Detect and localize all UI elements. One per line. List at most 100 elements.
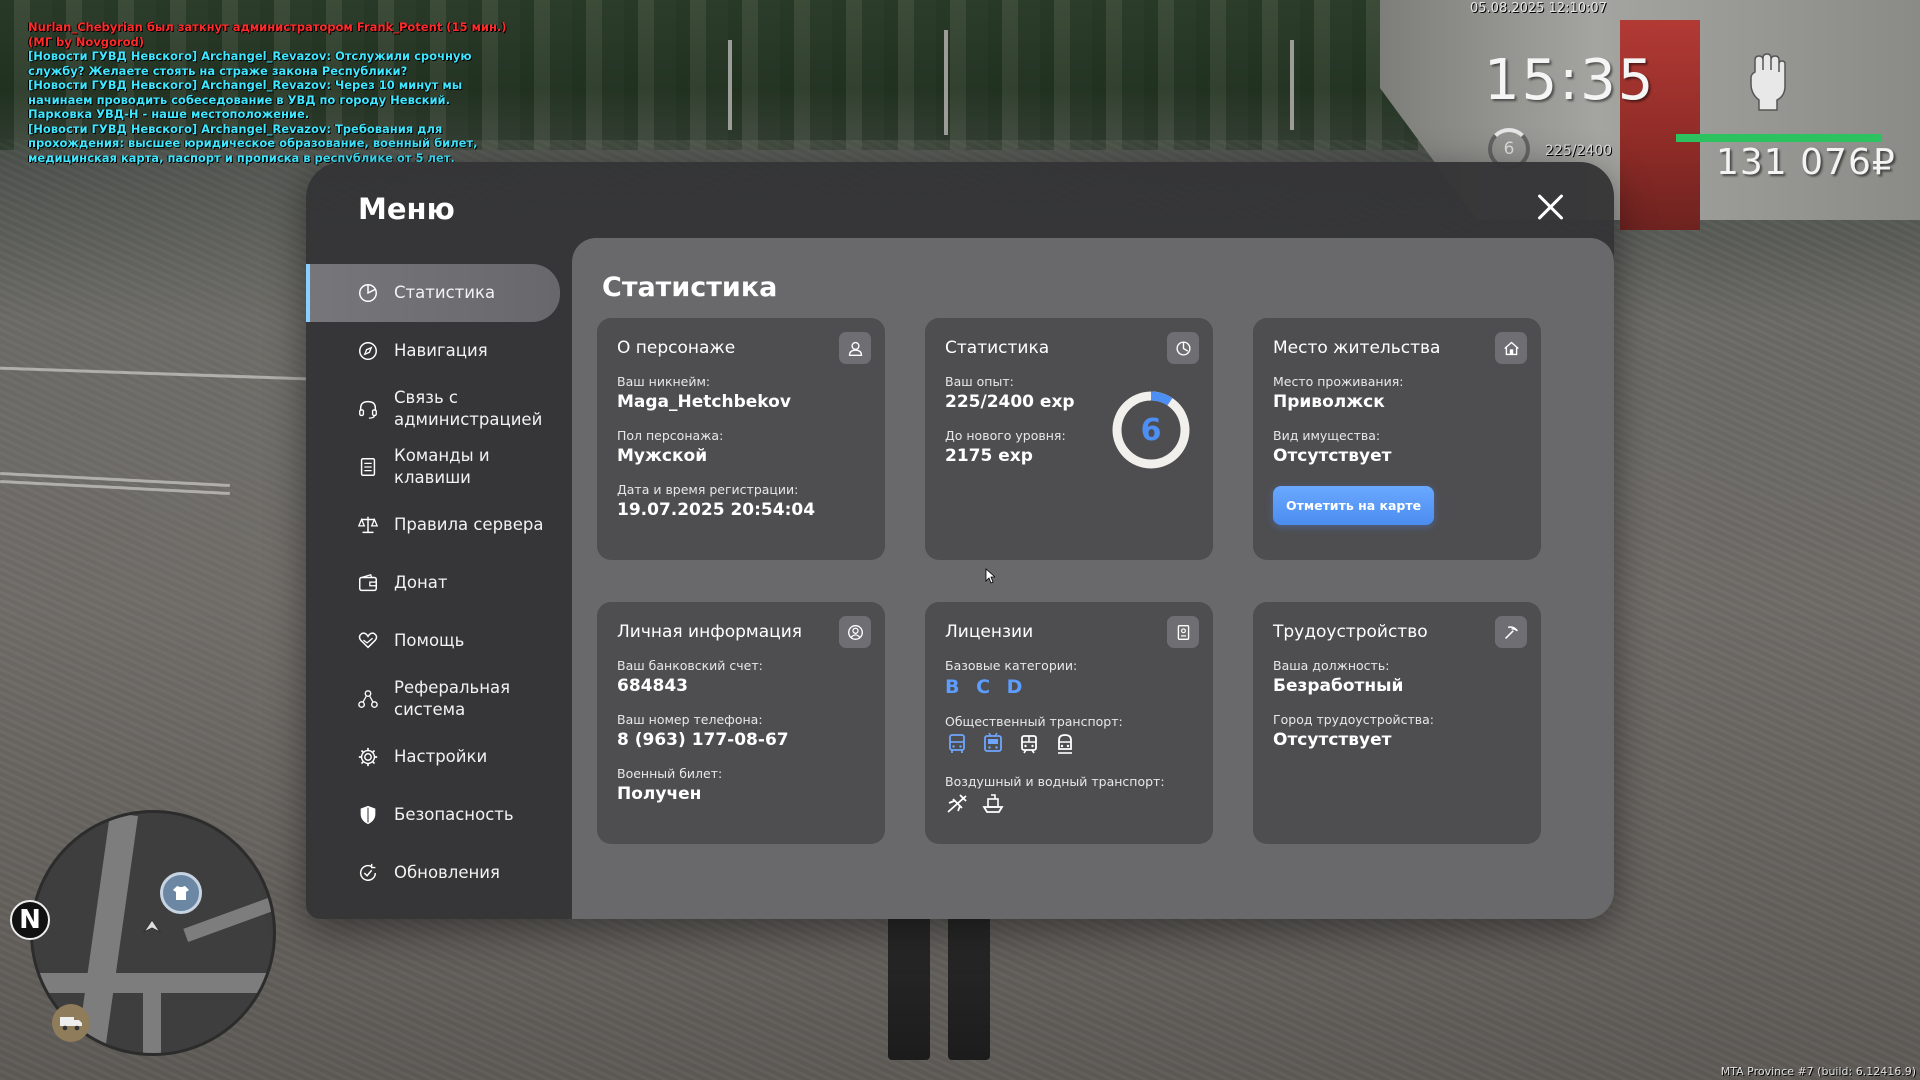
street-pole <box>944 30 948 135</box>
hud-money: 131 076₽ <box>1716 142 1896 183</box>
sidebar-item-help[interactable]: Помощь <box>306 612 562 670</box>
sidebar-item-statistics[interactable]: Статистика <box>306 264 560 322</box>
sidebar-item-label: Обновления <box>394 863 500 882</box>
air-water-transport-icons <box>945 792 1193 816</box>
sidebar-item-admin-contact[interactable]: Связь с администрацией <box>306 380 562 438</box>
sidebar-item-label: Помощь <box>394 631 465 650</box>
minimap-north-marker: N <box>10 900 50 940</box>
card-title: Место жительства <box>1273 338 1441 358</box>
sidebar-item-updates[interactable]: Обновления <box>306 844 562 902</box>
gear-icon <box>356 745 380 769</box>
nickname-value: Maga_Hetchbekov <box>617 392 791 412</box>
refresh-check-icon <box>356 861 380 885</box>
card-title: Трудоустройство <box>1273 622 1428 642</box>
headset-icon <box>356 397 380 421</box>
card-title: Статистика <box>945 338 1050 358</box>
sidebar-item-settings[interactable]: Настройки <box>306 728 562 786</box>
sidebar-item-donate[interactable]: Донат <box>306 554 562 612</box>
sidebar-item-label: Статистика <box>394 283 496 302</box>
level-value: 6 <box>1140 412 1162 448</box>
sidebar-item-label: Реферальная система <box>394 678 511 719</box>
street-pole <box>1290 40 1294 130</box>
statistics-panel: Статистика О персонаже Ваш никнейм: Maga… <box>572 238 1614 919</box>
house-icon <box>1495 332 1527 364</box>
sidebar-item-referral[interactable]: Реферальная система <box>306 670 562 728</box>
hud-exp: 225/2400 <box>1545 143 1613 159</box>
mouse-cursor <box>985 568 995 584</box>
close-button[interactable] <box>1536 192 1566 222</box>
base-categories-label: Базовые категории: <box>945 658 1078 673</box>
job-city-label: Город трудоустройства: <box>1273 712 1435 727</box>
build-info: MTA Province #7 (build: 6.12416.9) <box>1720 1065 1916 1078</box>
personal-info-card: Личная информация Ваш банковский счет: 6… <box>597 602 885 844</box>
sidebar-item-security[interactable]: Безопасность <box>306 786 562 844</box>
chat-message: Nurlan_Chebyrian был заткнут администрат… <box>28 20 507 49</box>
card-title: О персонаже <box>617 338 736 358</box>
sidebar-item-label: Правила сервера <box>394 515 544 534</box>
exp-label: Ваш опыт: <box>945 374 1014 389</box>
position-label: Ваша должность: <box>1273 658 1390 673</box>
clock-chart-icon <box>1167 332 1199 364</box>
pie-chart-icon <box>356 281 380 305</box>
nickname-label: Ваш никнейм: <box>617 374 711 389</box>
plane-icon <box>947 794 967 813</box>
player-arrow-icon <box>142 918 162 938</box>
bus-icon <box>949 734 965 753</box>
licenses-card: Лицензии Базовые категории: B C D Общест… <box>925 602 1213 844</box>
trolleybus-icon <box>984 732 1002 752</box>
chat-log: Nurlan_Chebyrian был заткнут администрат… <box>28 20 508 165</box>
fist-weapon-icon <box>1745 52 1793 112</box>
hud-datetime: 05.08.2025 12:10:07 <box>1470 1 1607 16</box>
sidebar-item-label: Команды и клавиши <box>394 446 490 487</box>
military-value: Получен <box>617 784 702 804</box>
sidebar-item-navigation[interactable]: Навигация <box>306 322 562 380</box>
tram-icon <box>1021 735 1037 754</box>
referral-network-icon <box>356 687 380 711</box>
property-label: Вид имущества: <box>1273 428 1381 443</box>
sidebar-item-label: Навигация <box>394 341 488 360</box>
sidebar-item-label: Настройки <box>394 747 488 766</box>
scales-icon <box>356 513 380 537</box>
truck-map-icon <box>52 1004 90 1042</box>
position-value: Безработный <box>1273 676 1404 696</box>
public-transport-label: Общественный транспорт: <box>945 714 1123 729</box>
metro-icon <box>1058 734 1072 754</box>
menu-title: Меню <box>358 192 455 226</box>
player-character <box>888 910 990 1060</box>
public-transport-icons <box>945 732 1193 756</box>
sidebar-item-label: Донат <box>394 573 448 592</box>
registration-label: Дата и время регистрации: <box>617 482 799 497</box>
registration-value: 19.07.2025 20:54:04 <box>617 500 816 520</box>
wallet-icon <box>356 571 380 595</box>
card-title: Личная информация <box>617 622 803 642</box>
health-bar <box>1676 134 1882 142</box>
gender-value: Мужской <box>617 446 708 466</box>
shield-icon <box>356 803 380 827</box>
job-city-value: Отсутствует <box>1273 730 1392 750</box>
id-card-icon <box>1167 616 1199 648</box>
pickaxe-icon <box>1495 616 1527 648</box>
chat-message: [Новости ГУВД Невского] Archangel_Revazo… <box>28 78 463 121</box>
chat-message: [Новости ГУВД Невского] Archangel_Revazo… <box>28 121 478 165</box>
mark-on-map-button[interactable]: Отметить на карте <box>1273 486 1435 525</box>
sidebar-item-commands[interactable]: Команды и клавиши <box>306 438 562 496</box>
residence-value: Приволжск <box>1273 392 1385 412</box>
character-card: О персонаже Ваш никнейм: Maga_Hetchbekov… <box>597 318 885 560</box>
user-icon <box>839 332 871 364</box>
bank-value: 684843 <box>617 676 688 696</box>
menu-sidebar: Статистика Навигация Связь с администрац… <box>306 264 562 902</box>
user-circle-icon <box>839 616 871 648</box>
document-list-icon <box>356 455 380 479</box>
chat-message: [Новости ГУВД Невского] Archangel_Revazo… <box>28 49 472 78</box>
base-categories-value: B C D <box>945 676 1025 698</box>
hud-clock: 15:35 <box>1484 48 1656 113</box>
stats-card: Статистика Ваш опыт: 225/2400 exp До нов… <box>925 318 1213 560</box>
compass-icon <box>356 339 380 363</box>
residence-label: Место проживания: <box>1273 374 1404 389</box>
street-pole <box>728 40 732 130</box>
sidebar-item-label: Безопасность <box>394 805 514 824</box>
health-bar-fill <box>1676 134 1882 142</box>
page-title: Статистика <box>602 272 778 303</box>
sidebar-item-rules[interactable]: Правила сервера <box>306 496 562 554</box>
military-label: Военный билет: <box>617 766 723 781</box>
